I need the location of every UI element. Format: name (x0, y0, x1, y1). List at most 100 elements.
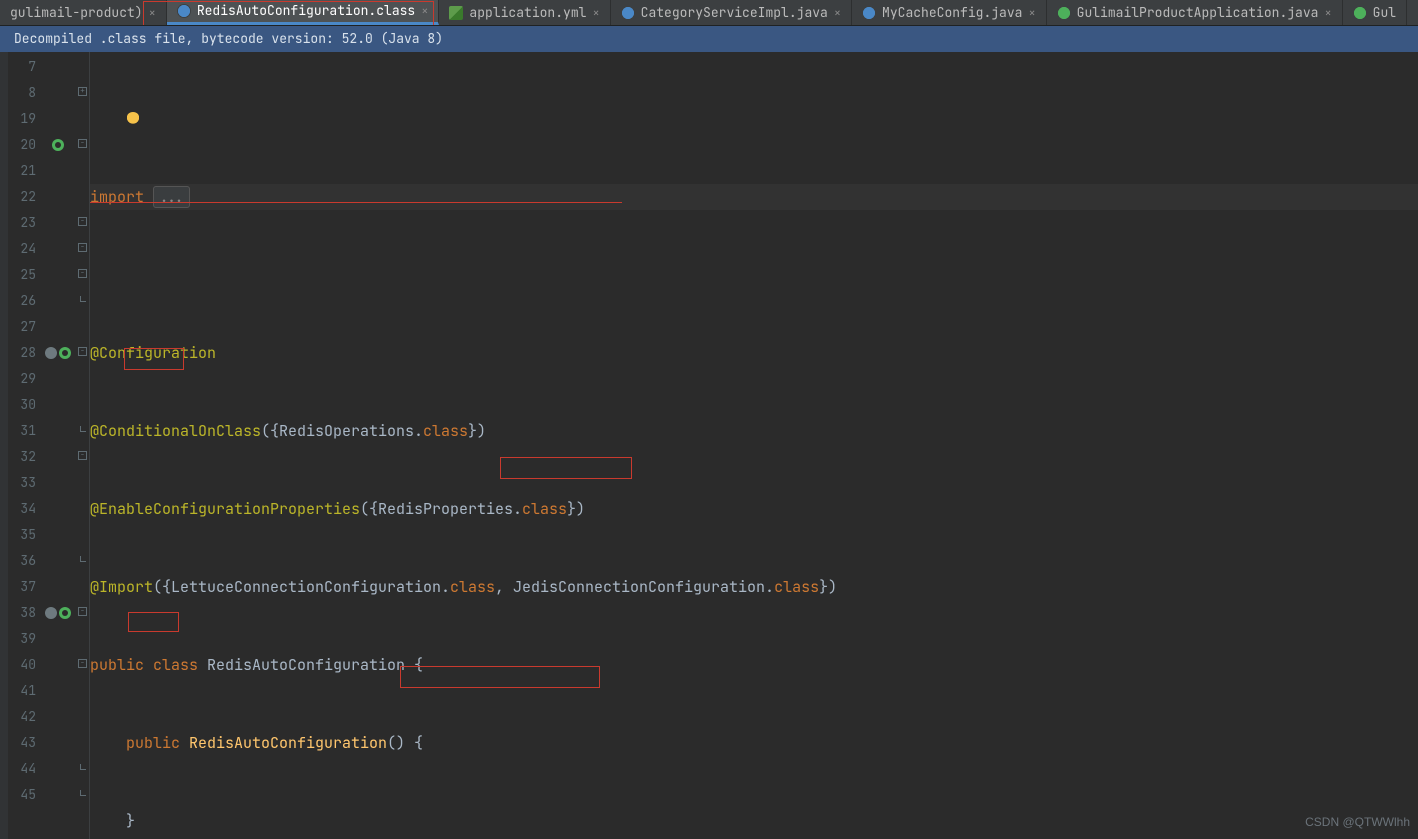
gutter-slot (40, 392, 76, 418)
spring-app-icon (1057, 6, 1071, 20)
fold-slot (76, 728, 89, 754)
gutter-slot (40, 444, 76, 470)
run-gutter-icon[interactable] (59, 347, 71, 359)
tab-redis-auto-configuration[interactable]: RedisAutoConfiguration.class × (167, 0, 440, 25)
tab-label: Gul (1373, 0, 1396, 26)
line-number: 27 (8, 314, 40, 340)
run-gutter-icon[interactable] (52, 139, 64, 151)
line-number: 36 (8, 548, 40, 574)
gutter-slot (40, 132, 76, 158)
close-icon[interactable]: × (1028, 0, 1035, 26)
fold-slot: − (76, 338, 89, 364)
fold-slot (76, 520, 89, 546)
gutter-slot (40, 678, 76, 704)
fold-slot (76, 676, 89, 702)
fold-slot (76, 754, 89, 780)
line-number: 19 (8, 106, 40, 132)
gutter-slot (40, 288, 76, 314)
line-number: 34 (8, 496, 40, 522)
tab-truncated[interactable]: Gul (1343, 0, 1407, 25)
line-number: 38 (8, 600, 40, 626)
gutter-slot (40, 210, 76, 236)
fold-slot (76, 494, 89, 520)
gutter-slot (40, 522, 76, 548)
line-number: 21 (8, 158, 40, 184)
fold-slot (76, 624, 89, 650)
override-gutter-icon[interactable] (45, 607, 57, 619)
yaml-file-icon (449, 6, 463, 20)
fold-collapse-icon[interactable]: − (78, 347, 87, 356)
fold-slot: − (76, 598, 89, 624)
annotation-box-bean2 (128, 612, 179, 632)
override-gutter-icon[interactable] (45, 347, 57, 359)
close-icon[interactable]: × (421, 0, 428, 24)
line-number: 8 (8, 80, 40, 106)
gutter-slot (40, 704, 76, 730)
fold-collapse-icon[interactable]: − (78, 451, 87, 460)
line-number: 29 (8, 366, 40, 392)
fold-collapse-icon[interactable]: − (78, 269, 87, 278)
fold-collapse-icon[interactable]: − (78, 607, 87, 616)
close-icon[interactable]: × (149, 0, 156, 26)
line-number: 41 (8, 678, 40, 704)
fold-slot (76, 156, 89, 182)
gutter-icon-column (40, 52, 76, 839)
fold-slot (76, 390, 89, 416)
gutter-slot (40, 366, 76, 392)
gutter-slot (40, 730, 76, 756)
line-number: 37 (8, 574, 40, 600)
code-line[interactable] (90, 262, 1418, 288)
close-icon[interactable]: × (834, 0, 841, 26)
fold-slot: − (76, 260, 89, 286)
fold-expand-icon[interactable]: + (78, 87, 87, 96)
fold-slot: − (76, 208, 89, 234)
tab-my-cache-config[interactable]: MyCacheConfig.java × (852, 0, 1047, 25)
gutter-slot (40, 236, 76, 262)
gutter-slot (40, 262, 76, 288)
tab-gulimail-product-application[interactable]: GulimailProductApplication.java × (1047, 0, 1343, 25)
tab-application-yml[interactable]: application.yml × (439, 0, 610, 25)
fold-slot: − (76, 130, 89, 156)
code-line[interactable] (90, 106, 1418, 132)
line-number: 25 (8, 262, 40, 288)
bulb-icon[interactable] (126, 112, 140, 126)
fold-end-icon (80, 790, 86, 796)
code-editor[interactable]: 7819202122232425262728293031323334353637… (0, 52, 1418, 839)
code-line[interactable]: } (90, 808, 1418, 834)
tab-label: application.yml (469, 0, 586, 26)
run-gutter-icon[interactable] (59, 607, 71, 619)
gutter-slot (40, 314, 76, 340)
code-line[interactable]: @Import({LettuceConnectionConfiguration.… (90, 574, 1418, 600)
line-number: 26 (8, 288, 40, 314)
tab-category-service-impl[interactable]: CategoryServiceImpl.java × (611, 0, 852, 25)
folded-region[interactable]: ... (153, 186, 190, 208)
close-icon[interactable]: × (592, 0, 599, 26)
fold-collapse-icon[interactable]: − (78, 217, 87, 226)
tab-label: MyCacheConfig.java (882, 0, 1022, 26)
fold-slot (76, 702, 89, 728)
code-line[interactable]: @ConditionalOnClass({RedisOperations.cla… (90, 418, 1418, 444)
line-number: 28 (8, 340, 40, 366)
line-number: 42 (8, 704, 40, 730)
line-number: 30 (8, 392, 40, 418)
close-icon[interactable]: × (1324, 0, 1331, 26)
code-line[interactable]: @EnableConfigurationProperties({RedisPro… (90, 496, 1418, 522)
fold-end-icon (80, 556, 86, 562)
code-line[interactable]: public class RedisAutoConfiguration { (90, 652, 1418, 678)
gutter-slot (40, 106, 76, 132)
fold-end-icon (80, 296, 86, 302)
gutter-slot (40, 652, 76, 678)
fold-collapse-icon[interactable]: − (78, 139, 87, 148)
java-file-icon (862, 6, 876, 20)
editor-left-rail (0, 52, 8, 839)
line-number: 33 (8, 470, 40, 496)
watermark: CSDN @QTWWlhh (1305, 809, 1410, 835)
fold-collapse-icon[interactable]: − (78, 659, 87, 668)
tab-fragment-left[interactable]: gulimail-product) × (0, 0, 167, 25)
fold-collapse-icon[interactable]: − (78, 243, 87, 252)
code-line[interactable]: @Configuration (90, 340, 1418, 366)
code-area[interactable]: import ... @Configuration @ConditionalOn… (90, 52, 1418, 839)
gutter-slot (40, 184, 76, 210)
code-line[interactable]: public RedisAutoConfiguration() { (90, 730, 1418, 756)
code-line[interactable]: import ... (90, 184, 1418, 210)
